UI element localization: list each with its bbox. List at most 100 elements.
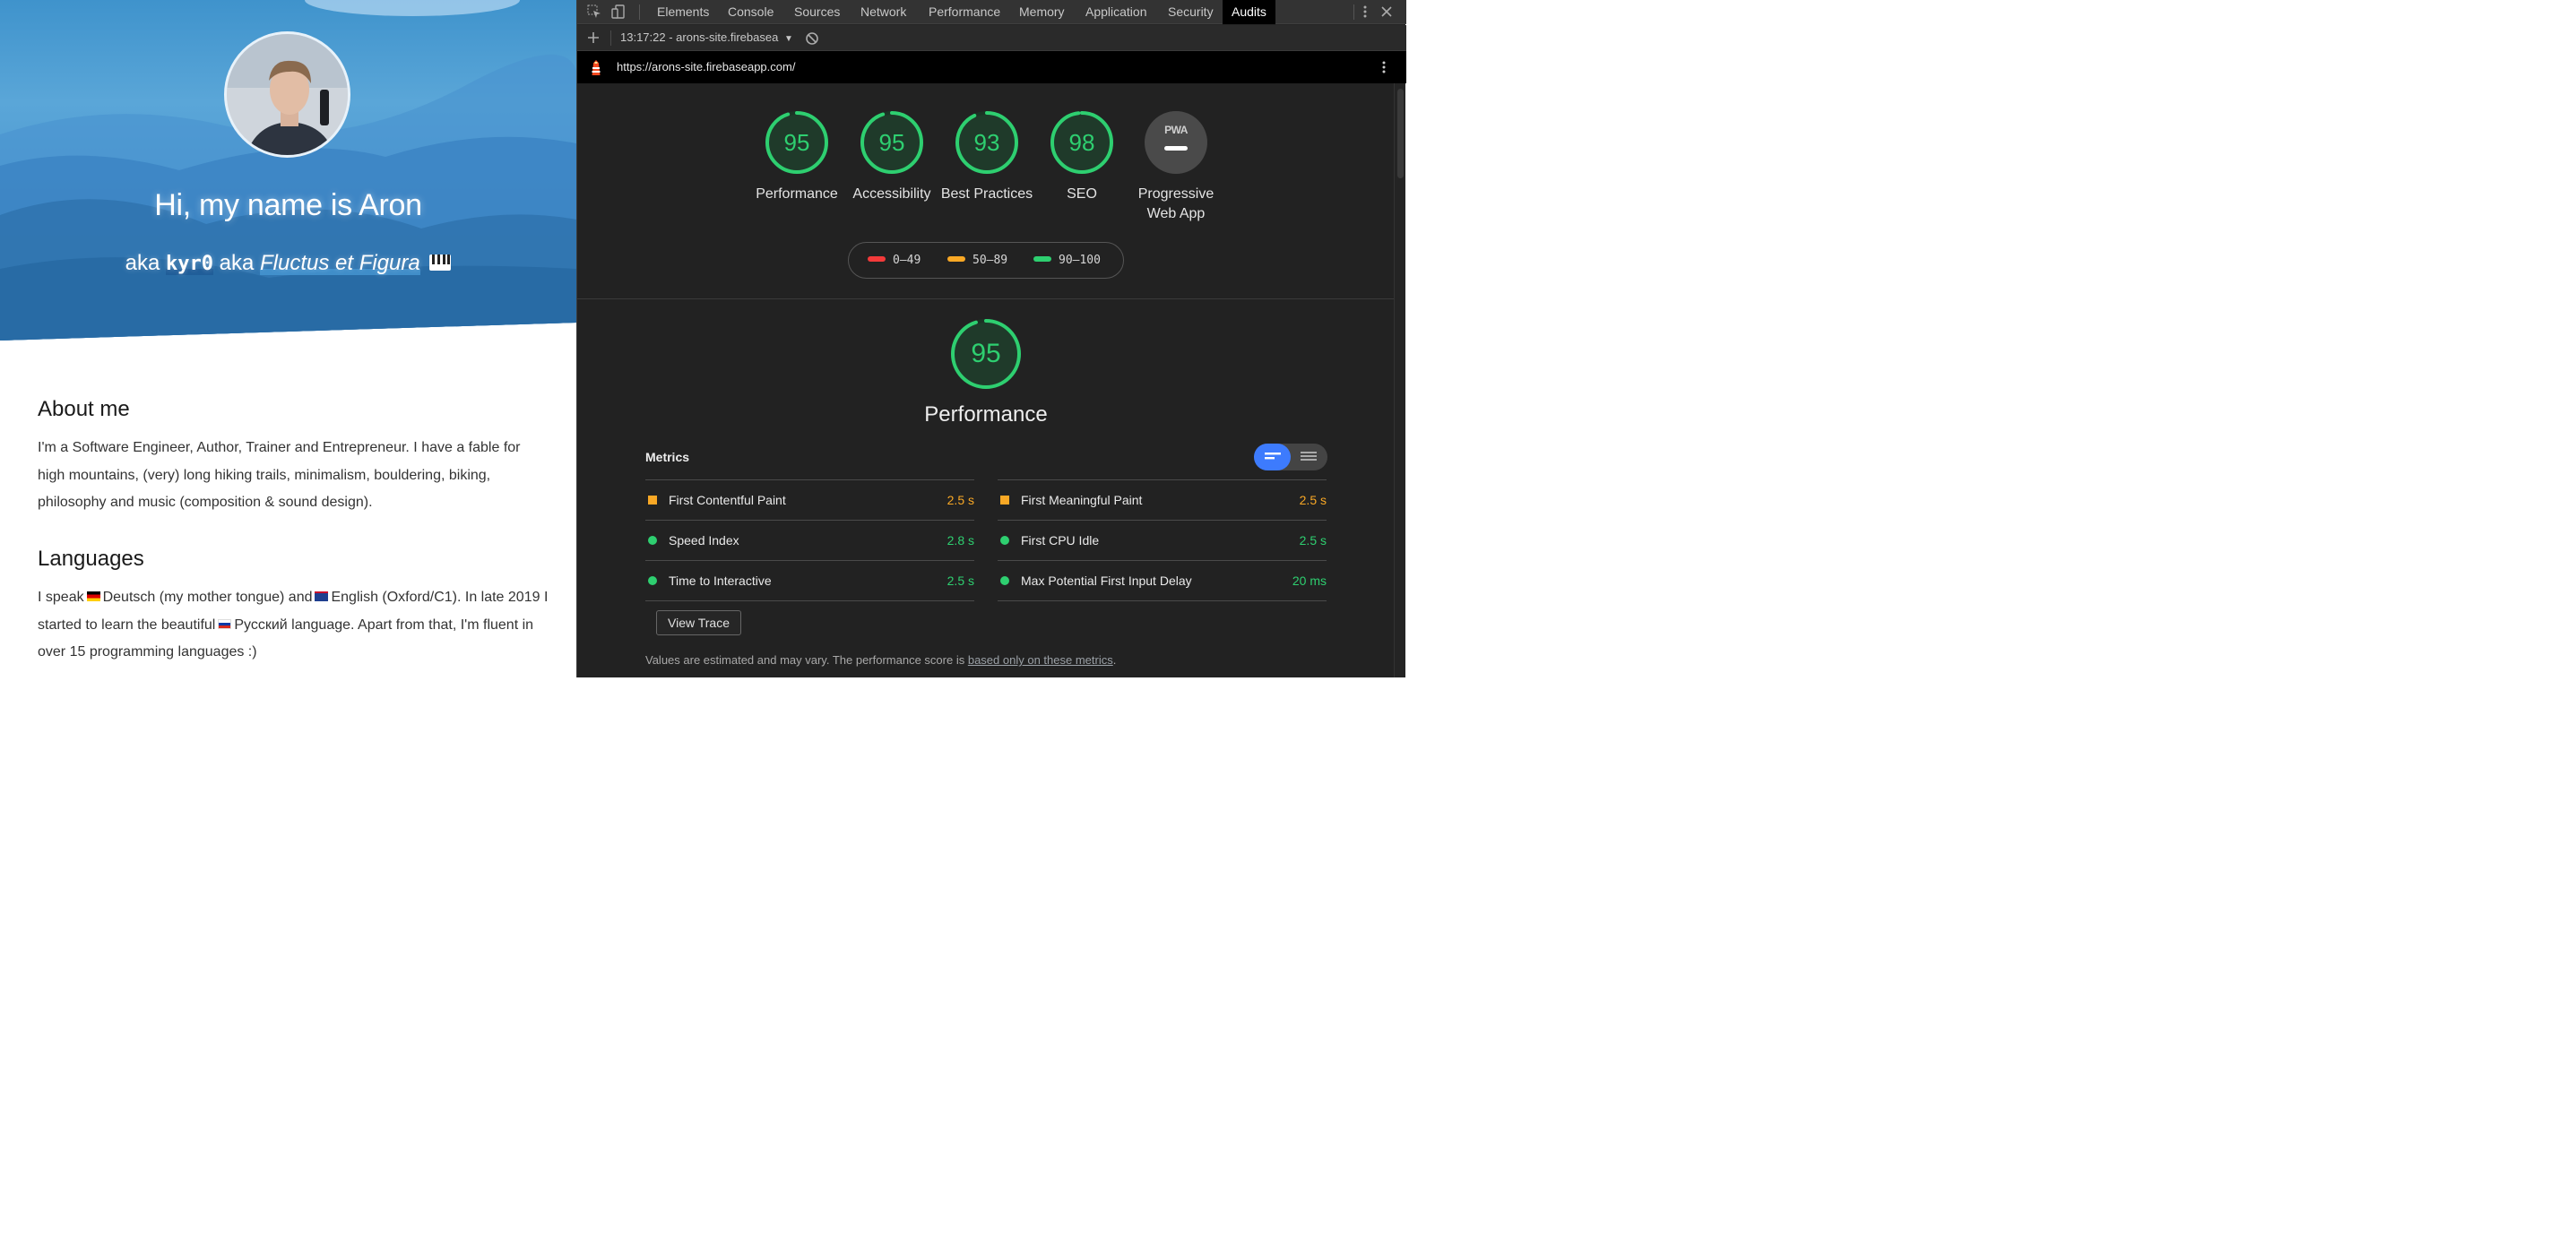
gauge-label: Best Practices (940, 186, 1033, 202)
legend-pass: 90–100 (1033, 254, 1101, 267)
report-select[interactable]: 13:17:22 - arons-site.firebasea ▼ (620, 30, 793, 44)
metric-row[interactable]: First Meaningful Paint 2.5 s (998, 480, 1327, 520)
legend-average: 50–89 (947, 254, 1007, 267)
tab-performance[interactable]: Performance (929, 0, 1000, 24)
gauge-label: Performance (756, 186, 838, 202)
pass-circle-icon (648, 536, 657, 545)
russia-flag-icon (218, 618, 232, 629)
hero-banner: Hi, my name is Aron aka kyr0 aka Fluctus… (0, 0, 576, 341)
toolbar-divider (1353, 4, 1354, 20)
add-icon[interactable] (586, 30, 601, 45)
gauge-ring: 95 (765, 110, 829, 175)
gauge-score: 98 (1068, 129, 1095, 156)
score-legend: 0–49 50–89 90–100 (848, 242, 1124, 279)
hero-subtitle: aka kyr0 aka Fluctus et Figura (0, 251, 576, 276)
metric-name: First Meaningful Paint (1021, 493, 1143, 507)
gauge-pwa[interactable]: PWA Progressive Web App (1127, 110, 1225, 224)
gauge-label: Accessibility (852, 186, 931, 202)
gauge-score: 95 (878, 129, 905, 156)
toggle-compact-view[interactable] (1254, 444, 1291, 470)
toolbar-divider (639, 4, 640, 20)
audit-url-bar: https://arons-site.firebaseapp.com/ (577, 51, 1406, 83)
metrics-footnote: Values are estimated and may vary. The p… (645, 653, 1116, 667)
gauge-pwa-label: Progressive Web App (1137, 186, 1215, 221)
metric-row[interactable]: Max Potential First Input Delay 20 ms (998, 561, 1327, 600)
legend-fail-swatch (868, 256, 886, 262)
pwa-badge-text: PWA (1164, 124, 1188, 136)
tab-security[interactable]: Security (1168, 0, 1214, 24)
gauge-ring: 98 (1050, 110, 1114, 175)
report-menu-icon[interactable] (1377, 60, 1391, 74)
hero-aka-2: aka (219, 251, 255, 275)
gauge-ring: 95 (860, 110, 924, 175)
view-trace-button[interactable]: View Trace (656, 610, 741, 635)
languages-text-1: I speak (38, 590, 84, 605)
metric-value: 2.5 s (947, 574, 974, 588)
about-heading: About me (38, 397, 130, 421)
metric-name: Time to Interactive (669, 574, 772, 588)
gauge-seo[interactable]: 98 SEO (1033, 110, 1131, 204)
metric-row[interactable]: First Contentful Paint 2.5 s (645, 480, 974, 520)
metric-value: 2.5 s (947, 493, 974, 507)
languages-heading: Languages (38, 547, 144, 571)
tab-memory[interactable]: Memory (1019, 0, 1065, 24)
performance-gauge-ring: 95 (950, 318, 1022, 390)
tab-sources[interactable]: Sources (794, 0, 840, 24)
tab-network[interactable]: Network (860, 0, 906, 24)
expanded-view-icon[interactable] (1291, 444, 1327, 470)
metric-name: First Contentful Paint (669, 493, 786, 507)
performance-score: 95 (971, 339, 1001, 368)
metric-row[interactable]: First CPU Idle 2.5 s (998, 521, 1327, 560)
metric-value: 2.5 s (1299, 533, 1327, 548)
legend-pass-range: 90–100 (1059, 254, 1101, 267)
metrics-view-toggle[interactable] (1254, 444, 1327, 470)
audited-url: https://arons-site.firebaseapp.com/ (617, 60, 796, 73)
metric-name: Speed Index (669, 533, 739, 548)
about-text: I'm a Software Engineer, Author, Trainer… (38, 440, 521, 510)
metric-value: 2.8 s (947, 533, 974, 548)
report-scrollbar[interactable] (1394, 83, 1405, 677)
metric-row[interactable]: Time to Interactive 2.5 s (645, 561, 974, 600)
metrics-heading: Metrics (645, 450, 690, 464)
hero-aka-1: aka (125, 251, 160, 275)
pass-circle-icon (648, 576, 657, 585)
tab-audits[interactable]: Audits (1223, 0, 1275, 24)
gauge-ring: 93 (955, 110, 1019, 175)
legend-fail-range: 0–49 (893, 254, 921, 267)
metric-row[interactable]: Speed Index 2.8 s (645, 521, 974, 560)
gauge-score: 95 (783, 129, 810, 156)
clear-icon[interactable] (805, 31, 819, 46)
scrollbar-thumb[interactable] (1397, 89, 1404, 178)
pwa-badge: PWA (1144, 110, 1208, 175)
tab-elements[interactable]: Elements (657, 0, 709, 24)
metric-value: 20 ms (1292, 574, 1327, 588)
footnote-link[interactable]: based only on these metrics (968, 653, 1113, 667)
tab-console[interactable]: Console (728, 0, 774, 24)
audits-toolbar: 13:17:22 - arons-site.firebasea ▼ (577, 25, 1406, 51)
average-square-icon (648, 496, 657, 505)
pass-circle-icon (1000, 536, 1009, 545)
pass-circle-icon (1000, 576, 1009, 585)
report-select-value: 13:17:22 - arons-site.firebasea (620, 30, 779, 44)
uk-flag-icon (315, 591, 329, 601)
footnote-text: Values are estimated and may vary. The p… (645, 653, 968, 667)
tab-application[interactable]: Application (1085, 0, 1147, 24)
gauge-accessibility[interactable]: 95 Accessibility (843, 110, 941, 204)
section-divider (577, 298, 1395, 299)
website-viewport: Hi, my name is Aron aka kyr0 aka Fluctus… (0, 0, 576, 677)
inspect-element-icon[interactable] (587, 4, 601, 19)
gauge-best-practices[interactable]: 93 Best Practices (938, 110, 1036, 204)
footnote-end: . (1112, 653, 1117, 667)
metric-name: First CPU Idle (1021, 533, 1100, 548)
profile-avatar (224, 31, 350, 158)
more-options-icon[interactable] (1358, 4, 1372, 19)
device-toolbar-icon[interactable] (611, 4, 626, 19)
about-section: About me I'm a Software Engineer, Author… (38, 397, 549, 517)
gauge-performance[interactable]: 95 Performance (748, 110, 846, 204)
languages-section: Languages I speak Deutsch (my mother tong… (38, 547, 549, 667)
hero-handle: kyr0 (165, 253, 213, 275)
average-square-icon (1000, 496, 1009, 505)
close-icon[interactable] (1379, 4, 1394, 19)
devtools-panel: Elements Console Sources Network Perform… (576, 0, 1406, 677)
hero-artist-name: Fluctus et Figura (260, 251, 420, 275)
